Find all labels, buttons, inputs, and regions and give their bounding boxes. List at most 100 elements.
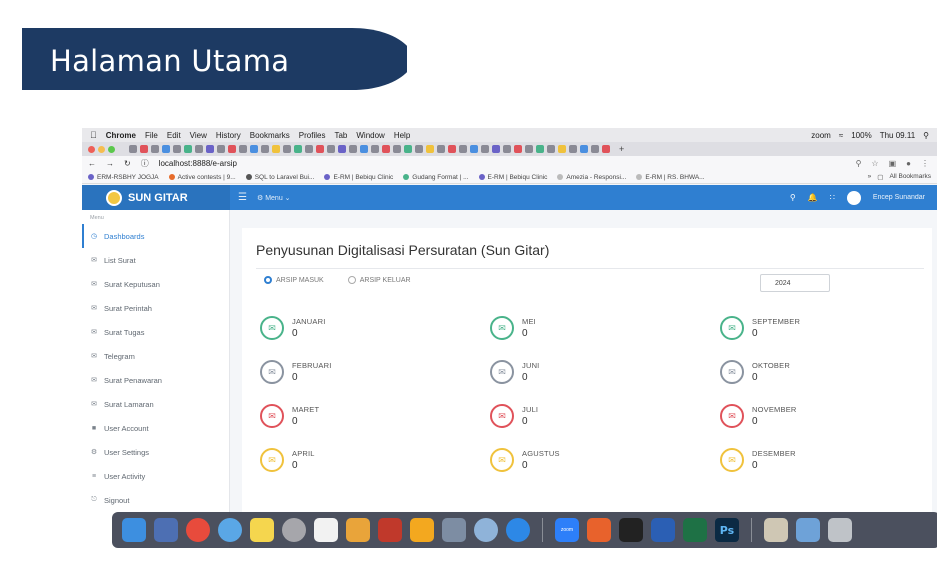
folder-icon[interactable] <box>796 518 820 542</box>
avatar[interactable] <box>846 190 861 205</box>
bookmark-item[interactable]: Amezia - Responsi... <box>557 174 626 181</box>
apple-icon[interactable]:  <box>90 130 97 140</box>
notes-icon[interactable] <box>250 518 274 542</box>
bookmark-item[interactable]: ERM-RSBHY JOGJA <box>88 174 159 181</box>
month-card-juli[interactable]: ✉ JULI 0 <box>490 404 538 428</box>
bookmark-item[interactable]: SQL to Laravel Bui... <box>245 174 314 181</box>
sidebar-item-dashboards[interactable]: ◷ Dashboards <box>82 224 229 248</box>
radio-arsip-keluar[interactable]: ARSIP KELUAR <box>347 276 411 284</box>
browser-tab[interactable] <box>250 145 258 153</box>
browser-tab[interactable] <box>569 145 577 153</box>
clock[interactable]: Thu 09.11 <box>880 131 915 140</box>
browser-tab[interactable] <box>294 145 302 153</box>
menu-history[interactable]: History <box>216 131 241 140</box>
menu-dropdown[interactable]: ⚙ Menu ⌄ <box>257 194 291 202</box>
sidebar-item-user-account[interactable]: ■ User Account <box>82 416 229 440</box>
browser-tab[interactable] <box>129 145 137 153</box>
browser-tab[interactable] <box>470 145 478 153</box>
browser-tab[interactable] <box>261 145 269 153</box>
browser-tab[interactable] <box>459 145 467 153</box>
month-card-desember[interactable]: ✉ DESEMBER 0 <box>720 448 796 472</box>
safari-icon[interactable] <box>218 518 242 542</box>
compass-icon[interactable] <box>506 518 530 542</box>
browser-tab[interactable] <box>547 145 555 153</box>
menu-view[interactable]: View <box>190 131 207 140</box>
zoom-status[interactable]: zoom <box>811 131 831 140</box>
profile-icon[interactable]: ● <box>906 159 911 168</box>
menu-help[interactable]: Help <box>394 131 410 140</box>
browser-tab[interactable] <box>448 145 456 153</box>
reload-icon[interactable]: ↻ <box>124 159 131 168</box>
site-info-icon[interactable]: ⓘ <box>141 158 149 169</box>
new-tab-icon[interactable]: + <box>619 144 624 154</box>
browser-tab[interactable] <box>492 145 500 153</box>
more-icon[interactable]: ⋮ <box>921 159 929 168</box>
browser-tab[interactable] <box>393 145 401 153</box>
browser-tab[interactable] <box>558 145 566 153</box>
powerpoint-icon[interactable] <box>587 518 611 542</box>
apps-grid-icon[interactable]: ∷ <box>830 193 835 202</box>
sidebar-item-surat-perintah[interactable]: ✉ Surat Perintah <box>82 296 229 320</box>
finder-icon[interactable] <box>122 518 146 542</box>
browser-tab[interactable] <box>591 145 599 153</box>
browser-tab[interactable] <box>239 145 247 153</box>
word-icon[interactable] <box>651 518 675 542</box>
database-icon[interactable] <box>346 518 370 542</box>
browser-tab[interactable] <box>426 145 434 153</box>
bookmark-item[interactable]: Active contests | 9... <box>168 174 236 181</box>
app-menu-chrome[interactable]: Chrome <box>106 131 136 140</box>
close-window-icon[interactable] <box>88 145 95 153</box>
browser-tab[interactable] <box>316 145 324 153</box>
sidebar-item-surat-tugas[interactable]: ✉ Surat Tugas <box>82 320 229 344</box>
month-card-februari[interactable]: ✉ FEBRUARI 0 <box>260 360 332 384</box>
sidebar-item-surat-keputusan[interactable]: ✉ Surat Keputusan <box>82 272 229 296</box>
extensions-icon[interactable]: ▣ <box>889 159 897 168</box>
browser-tab[interactable] <box>206 145 214 153</box>
radio-arsip-masuk[interactable]: ARSIP MASUK <box>264 276 324 284</box>
all-bookmarks[interactable]: » ▢ All Bookmarks <box>868 173 937 181</box>
browser-tab[interactable] <box>404 145 412 153</box>
year-select[interactable]: 2024 <box>760 274 830 292</box>
month-card-juni[interactable]: ✉ JUNI 0 <box>490 360 539 384</box>
terminal-icon[interactable] <box>619 518 643 542</box>
bell-icon[interactable]: 🔔 <box>808 193 818 202</box>
sidebar-item-list-surat[interactable]: ✉ List Surat <box>82 248 229 272</box>
browser-tab[interactable] <box>173 145 181 153</box>
browser-tab[interactable] <box>349 145 357 153</box>
sidebar-item-signout[interactable]: ⎋ Signout <box>82 488 229 512</box>
app-icon[interactable] <box>474 518 498 542</box>
browser-tab[interactable] <box>437 145 445 153</box>
trash-icon[interactable] <box>828 518 852 542</box>
browser-tab[interactable] <box>272 145 280 153</box>
forward-icon[interactable]: → <box>106 159 114 168</box>
browser-tab[interactable] <box>217 145 225 153</box>
battery-status[interactable]: 100% <box>851 131 871 140</box>
excel-icon[interactable] <box>683 518 707 542</box>
password-icon[interactable]: ⚲ <box>856 159 862 168</box>
vlc-icon[interactable] <box>410 518 434 542</box>
wifi-icon[interactable]: ≈ <box>839 131 843 140</box>
browser-tab[interactable] <box>580 145 588 153</box>
app-icon[interactable] <box>282 518 306 542</box>
bookmark-item[interactable]: E-RM | RS. BHWA... <box>636 174 705 181</box>
folder-icon[interactable] <box>764 518 788 542</box>
browser-tab[interactable] <box>360 145 368 153</box>
browser-tab[interactable] <box>602 145 610 153</box>
search-icon[interactable]: ⚲ <box>923 131 929 140</box>
launchpad-icon[interactable] <box>154 518 178 542</box>
month-card-oktober[interactable]: ✉ OKTOBER 0 <box>720 360 790 384</box>
month-card-januari[interactable]: ✉ JANUARI 0 <box>260 316 326 340</box>
search-icon[interactable]: ⚲ <box>790 193 796 202</box>
browser-tab[interactable] <box>195 145 203 153</box>
star-icon[interactable]: ☆ <box>871 159 878 168</box>
month-card-september[interactable]: ✉ SEPTEMBER 0 <box>720 316 800 340</box>
browser-tab[interactable] <box>338 145 346 153</box>
chrome-icon[interactable] <box>186 518 210 542</box>
browser-tab[interactable] <box>503 145 511 153</box>
settings-icon[interactable] <box>442 518 466 542</box>
sidebar-item-surat-lamaran[interactable]: ✉ Surat Lamaran <box>82 392 229 416</box>
document-icon[interactable] <box>314 518 338 542</box>
browser-tab[interactable] <box>525 145 533 153</box>
brand[interactable]: SUN GITAR <box>82 185 230 210</box>
bookmark-item[interactable]: E-RM | Bebiqu Clinic <box>324 174 393 181</box>
